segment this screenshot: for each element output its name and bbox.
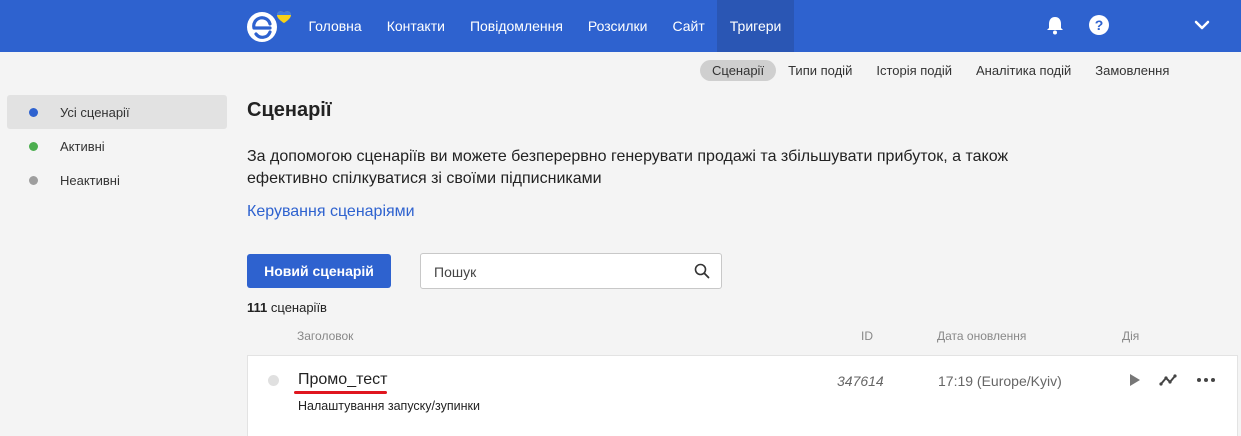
- search-input[interactable]: [434, 262, 684, 282]
- nav-item-messages[interactable]: Повідомлення: [457, 0, 575, 52]
- count-number: 111: [247, 300, 268, 315]
- subnav-scenarios[interactable]: Сценарії: [700, 60, 777, 81]
- scenario-updated: 17:19 (Europe/Kyiv): [938, 373, 1062, 389]
- bell-icon[interactable]: [1044, 14, 1066, 36]
- column-header-title[interactable]: Заголовок: [297, 329, 353, 343]
- top-navbar: Головна Контакти Повідомлення Розсилки С…: [0, 0, 1241, 52]
- play-icon[interactable]: [1124, 370, 1144, 390]
- main-nav: Головна Контакти Повідомлення Розсилки С…: [296, 0, 794, 52]
- column-header-id[interactable]: ID: [861, 329, 873, 343]
- more-icon[interactable]: [1196, 370, 1216, 390]
- page-title: Сценарії: [247, 99, 332, 121]
- sidebar-item-inactive[interactable]: Неактивні: [7, 163, 227, 197]
- subnav-event-history[interactable]: Історія подій: [864, 60, 964, 81]
- stats-icon[interactable]: [1159, 370, 1179, 390]
- count-label: сценаріїв: [270, 300, 327, 315]
- nav-item-contacts[interactable]: Контакти: [374, 0, 457, 52]
- scenario-count: 111 сценаріїв: [247, 300, 327, 315]
- column-header-action: Дія: [1122, 329, 1140, 343]
- sub-nav: Сценарії Типи подій Історія подій Аналіт…: [700, 60, 1181, 81]
- nav-item-campaigns[interactable]: Розсилки: [575, 0, 660, 52]
- nav-item-triggers[interactable]: Тригери: [717, 0, 794, 52]
- scenario-title[interactable]: Промо_тест: [298, 371, 387, 389]
- page-description: За допомогою сценаріїв ви можете безпере…: [247, 148, 1009, 187]
- subnav-orders[interactable]: Замовлення: [1083, 60, 1181, 81]
- manage-scenarios-link[interactable]: Керування сценаріями: [247, 203, 415, 221]
- table-row[interactable]: Промо_тест Налаштування запуску/зупинки …: [247, 355, 1238, 436]
- annotation-underline: [294, 391, 387, 394]
- chevron-down-icon[interactable]: [1191, 14, 1213, 36]
- search-box: [420, 253, 722, 289]
- status-dot-icon: [29, 107, 38, 117]
- scenario-id: 347614: [837, 373, 884, 389]
- new-scenario-button[interactable]: Новий сценарій: [247, 254, 391, 288]
- sidebar-item-label: Неактивні: [60, 172, 120, 188]
- sidebar-item-label: Усі сценарії: [60, 104, 130, 120]
- column-header-date[interactable]: Дата оновлення: [937, 329, 1026, 343]
- sidebar-item-label: Активні: [60, 138, 105, 154]
- subnav-event-analytics[interactable]: Аналітика подій: [964, 60, 1083, 81]
- status-dot-icon: [29, 175, 38, 185]
- help-icon[interactable]: ?: [1088, 14, 1110, 36]
- sidebar-item-all[interactable]: Усі сценарії: [7, 95, 227, 129]
- logo-icon[interactable]: [244, 7, 294, 45]
- svg-text:?: ?: [1095, 17, 1104, 33]
- search-icon[interactable]: [694, 263, 710, 279]
- status-indicator: [268, 375, 279, 386]
- scenario-subtitle: Налаштування запуску/зупинки: [298, 399, 480, 413]
- nav-item-site[interactable]: Сайт: [660, 0, 717, 52]
- sidebar-item-active[interactable]: Активні: [7, 129, 227, 163]
- nav-item-home[interactable]: Головна: [296, 0, 374, 52]
- status-dot-icon: [29, 141, 38, 151]
- subnav-event-types[interactable]: Типи подій: [776, 60, 864, 81]
